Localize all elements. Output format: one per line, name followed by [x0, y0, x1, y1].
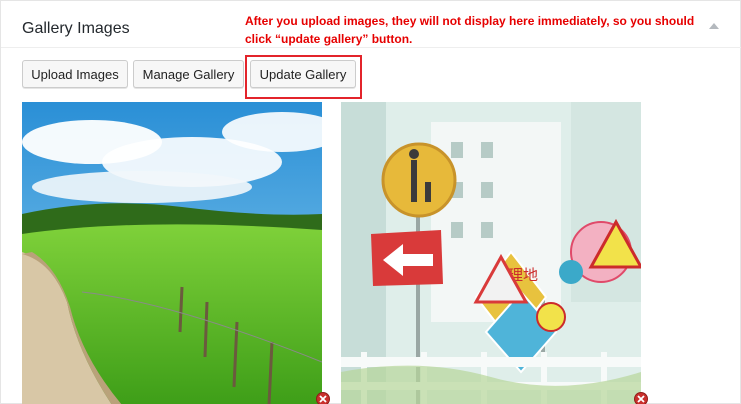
panel-title: Gallery Images [22, 20, 130, 37]
gallery-thumbnail-street-signs[interactable]: 管理地 [341, 102, 641, 404]
manage-gallery-button[interactable]: Manage Gallery [133, 60, 244, 88]
gallery-images-panel: Gallery Images After you upload images, … [0, 0, 741, 404]
remove-x-icon[interactable] [634, 392, 648, 404]
gallery-thumbnail-landscape[interactable] [22, 102, 322, 404]
update-gallery-highlight-box [245, 55, 362, 99]
instruction-annotation: After you upload images, they will not d… [245, 14, 695, 46]
upload-images-button[interactable]: Upload Images [22, 60, 128, 88]
remove-x-icon[interactable] [316, 392, 330, 404]
